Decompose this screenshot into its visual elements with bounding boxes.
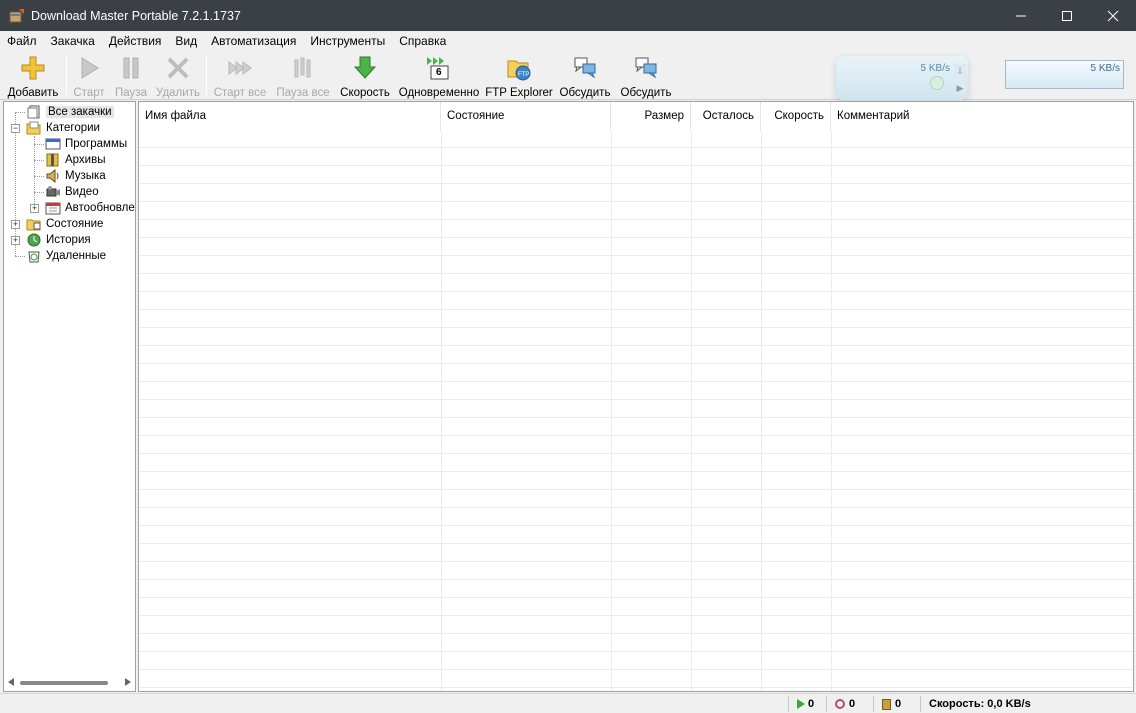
add-icon <box>20 55 46 81</box>
tree-item-all-downloads[interactable]: Все закачки <box>26 104 114 120</box>
tree-item-state[interactable]: Состояние <box>26 216 103 232</box>
speaker-icon <box>45 168 61 184</box>
close-icon <box>1107 10 1119 21</box>
category-tree: Все закачки − Категории Программы Архивы… <box>3 101 136 692</box>
pause-all-button[interactable]: Пауза все <box>274 53 332 99</box>
expand-history-toggle[interactable]: + <box>11 236 20 245</box>
speed-widget[interactable]: 5 KB/s ⇩ ▶ <box>836 56 968 100</box>
minimize-icon <box>1016 15 1026 16</box>
ftp-folder-icon: FTP <box>506 55 532 81</box>
status-completed: 0 <box>882 694 901 713</box>
speed-button[interactable]: Скорость <box>339 53 391 99</box>
tree-item-history[interactable]: История <box>26 232 91 248</box>
speed-down-icon[interactable]: ⇩ <box>954 64 966 78</box>
ftp-explorer-button[interactable]: FTP FTP Explorer <box>485 53 553 99</box>
menu-automation[interactable]: Автоматизация <box>204 31 303 51</box>
video-camera-icon <box>45 185 61 199</box>
status-active: 0 <box>797 694 814 713</box>
completed-box-icon <box>882 698 891 710</box>
menu-download[interactable]: Закачка <box>44 31 102 51</box>
delete-button[interactable]: Удалить <box>155 53 201 99</box>
speed-limit-indicator[interactable]: 5 KB/s <box>1005 60 1124 89</box>
pause-button[interactable]: Пауза <box>112 53 150 99</box>
simultaneous-button[interactable]: 6 Одновременно <box>398 53 480 99</box>
add-button[interactable]: Добавить <box>6 53 60 99</box>
calendar-icon <box>45 201 61 215</box>
speed-mode-icon <box>930 76 944 90</box>
status-speed: Скорость: 0,0 KB/s <box>929 698 1031 710</box>
collapse-categories-toggle[interactable]: − <box>11 124 20 133</box>
folder-icon <box>26 121 42 135</box>
start-all-button[interactable]: Старт все <box>211 53 269 99</box>
expand-state-toggle[interactable]: + <box>11 220 20 229</box>
tree-item-autoupdate[interactable]: Автообновле <box>45 200 135 216</box>
history-clock-icon <box>26 233 42 247</box>
chat-icon <box>572 55 598 81</box>
column-comment[interactable]: Комментарий <box>831 102 1133 130</box>
close-button[interactable] <box>1090 0 1136 31</box>
expand-autoupdate-toggle[interactable]: + <box>30 204 39 213</box>
discuss-button-1[interactable]: Обсудить <box>558 53 612 99</box>
document-icon <box>26 105 42 119</box>
active-play-icon <box>797 699 805 709</box>
scroll-left-icon[interactable] <box>8 678 14 686</box>
fast-forward-icon <box>227 55 253 81</box>
delete-icon <box>165 55 191 81</box>
tree-item-deleted[interactable]: Удаленные <box>26 248 106 264</box>
column-size[interactable]: Размер <box>611 102 691 130</box>
maximize-icon <box>1062 10 1072 21</box>
window-app-icon <box>45 137 61 151</box>
start-button[interactable]: Старт <box>70 53 108 99</box>
tree-item-music[interactable]: Музыка <box>45 168 106 184</box>
speed-play-icon[interactable]: ▶ <box>954 81 966 95</box>
menu-view[interactable]: Вид <box>168 31 204 51</box>
pause-icon <box>118 55 144 81</box>
play-icon <box>76 55 102 81</box>
recycle-bin-icon <box>26 249 42 263</box>
simultaneous-icon: 6 <box>426 55 452 81</box>
tree-item-programs[interactable]: Программы <box>45 136 127 152</box>
tree-item-video[interactable]: Видео <box>45 184 99 200</box>
tree-horizontal-scrollbar[interactable] <box>4 674 135 691</box>
archive-icon <box>45 153 61 167</box>
svg-text:FTP: FTP <box>518 72 529 78</box>
tree-item-archives[interactable]: Архивы <box>45 152 106 168</box>
pause-all-icon <box>290 55 316 81</box>
scroll-thumb[interactable] <box>20 681 108 685</box>
tree-item-categories[interactable]: Категории <box>26 120 100 136</box>
app-icon <box>9 8 25 23</box>
discuss-button-2[interactable]: Обсудить <box>619 53 673 99</box>
chat-icon <box>633 55 659 81</box>
download-arrow-icon <box>352 55 378 81</box>
menu-bar: Файл Закачка Действия Вид Автоматизация … <box>0 31 1136 51</box>
speed-widget-value: 5 KB/s <box>920 63 950 74</box>
menu-file[interactable]: Файл <box>0 31 44 51</box>
menu-help[interactable]: Справка <box>392 31 453 51</box>
list-header: Имя файла Состояние Размер Осталось Скор… <box>139 102 1133 130</box>
column-speed[interactable]: Скорость <box>761 102 831 130</box>
status-paused: 0 <box>835 694 855 713</box>
scroll-right-icon[interactable] <box>125 678 131 686</box>
download-list: Имя файла Состояние Размер Осталось Скор… <box>138 101 1134 692</box>
menu-tools[interactable]: Инструменты <box>303 31 392 51</box>
speed-limit-value: 5 KB/s <box>1090 63 1120 74</box>
column-filename[interactable]: Имя файла <box>139 102 441 130</box>
simultaneous-count: 6 <box>436 67 442 78</box>
paused-gear-icon <box>835 699 845 709</box>
window-title: Download Master Portable 7.2.1.1737 <box>31 8 241 23</box>
state-folder-icon <box>26 217 42 231</box>
status-bar: 0 0 0 Скорость: 0,0 KB/s <box>0 693 1136 713</box>
minimize-button[interactable] <box>998 0 1044 31</box>
maximize-button[interactable] <box>1044 0 1090 31</box>
column-remaining[interactable]: Осталось <box>691 102 761 130</box>
column-state[interactable]: Состояние <box>441 102 611 130</box>
title-bar: Download Master Portable 7.2.1.1737 <box>0 0 1136 31</box>
list-rows[interactable] <box>139 130 1133 691</box>
menu-actions[interactable]: Действия <box>102 31 169 51</box>
